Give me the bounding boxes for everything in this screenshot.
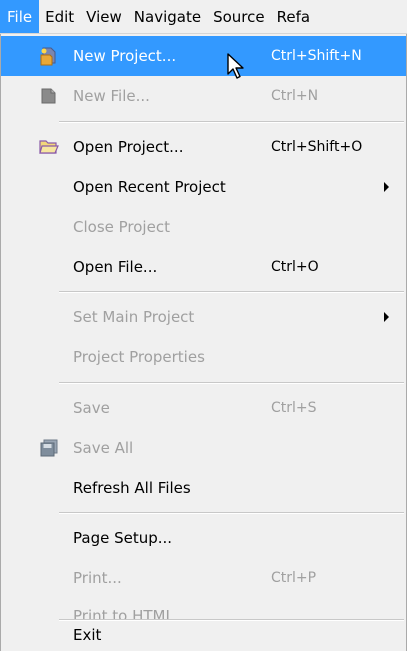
new-file-icon [39,86,59,106]
menu-item-set-main-project[interactable]: Set Main Project [1,297,406,337]
menu-item-shortcut: Ctrl+P [271,570,317,586]
menu-item-exit[interactable]: Exit [1,620,406,651]
menu-item-label: New Project... [73,47,177,65]
menu-item-page-setup[interactable]: Page Setup... [1,518,406,558]
menu-edit[interactable]: Edit [39,0,80,33]
menu-item-open-recent-project[interactable]: Open Recent Project [1,167,406,207]
menu-item-shortcut: Ctrl+Shift+O [271,139,363,155]
menu-item-save-all[interactable]: Save All [1,428,406,468]
menu-item-new-project[interactable]: New Project... Ctrl+Shift+N [1,36,406,79]
menu-separator [59,121,404,123]
menu-item-open-file[interactable]: Open File... Ctrl+O [1,247,406,287]
menu-item-label: Save All [73,439,134,457]
menu-item-shortcut: Ctrl+Shift+N [271,48,362,64]
menu-item-shortcut: Ctrl+O [271,259,319,275]
menu-bar: File Edit View Navigate Source Refa [0,0,407,34]
menu-separator [59,382,404,384]
submenu-arrow-icon [384,312,389,322]
menu-item-print[interactable]: Print... Ctrl+P [1,558,406,598]
menu-item-open-project[interactable]: Open Project... Ctrl+Shift+O [1,127,406,167]
menu-item-close-project[interactable]: Close Project [1,207,406,247]
save-all-icon [39,438,59,458]
menu-refactor[interactable]: Refa [271,0,316,33]
menu-item-label: Open Recent Project [73,178,226,196]
menu-item-label: Open Project... [73,138,184,156]
menu-item-label: New File... [73,87,150,105]
menu-item-label: Page Setup... [73,529,173,547]
menu-item-label: Print... [73,569,122,587]
menu-item-label: Refresh All Files [73,479,191,497]
submenu-arrow-icon [384,182,389,192]
menu-item-label: Project Properties [73,348,205,366]
menu-separator [59,512,404,514]
open-folder-icon [39,137,59,157]
menu-item-new-file[interactable]: New File... Ctrl+N [1,76,406,116]
menu-item-label: Open File... [73,258,158,276]
menu-file[interactable]: File [0,0,40,33]
file-menu-dropdown: New Project... Ctrl+Shift+N New File... … [0,34,407,651]
menu-item-label: Close Project [73,218,170,236]
menu-item-label: Exit [73,626,102,644]
menu-item-refresh-all-files[interactable]: Refresh All Files [1,468,406,508]
menu-item-project-properties[interactable]: Project Properties [1,337,406,377]
menu-view[interactable]: View [80,0,128,33]
menu-source[interactable]: Source [207,0,271,33]
menu-item-shortcut: Ctrl+S [271,400,317,416]
menu-separator [59,291,404,293]
menu-item-label: Set Main Project [73,308,195,326]
menu-navigate[interactable]: Navigate [128,0,207,33]
menu-item-label: Save [73,399,110,417]
menu-item-save[interactable]: Save Ctrl+S [1,388,406,428]
new-project-icon [39,46,59,66]
menu-item-shortcut: Ctrl+N [271,88,319,104]
